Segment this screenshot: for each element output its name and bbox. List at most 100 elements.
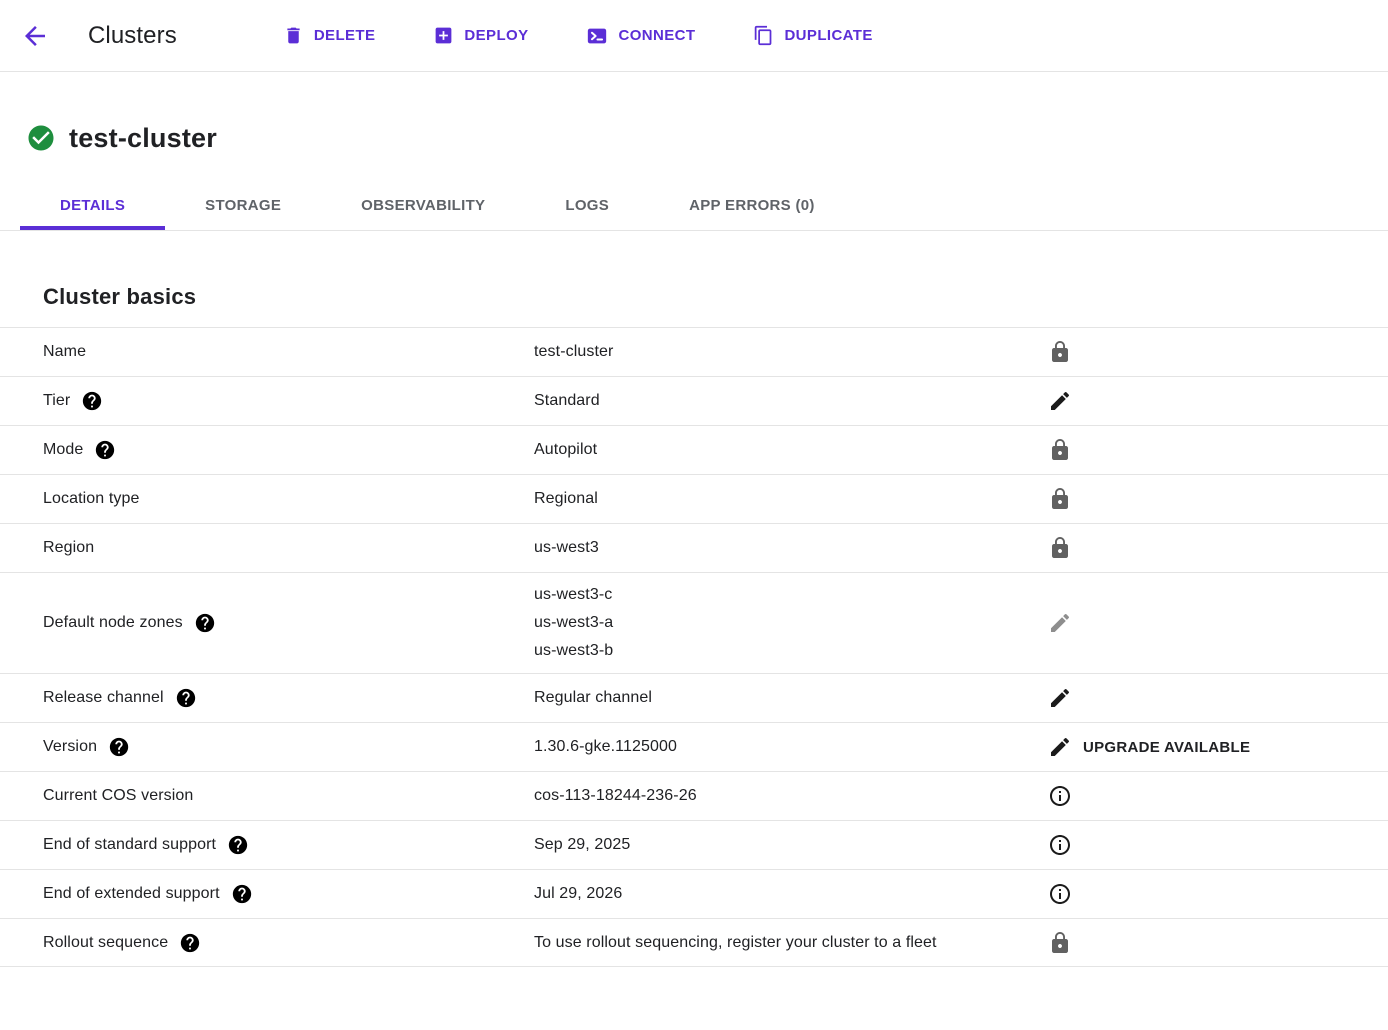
row-value-line: us-west3-c	[534, 581, 1035, 609]
row-value-line: us-west3	[534, 534, 1035, 562]
row-action	[1045, 536, 1388, 560]
deploy-button-label: DEPLOY	[464, 27, 528, 44]
terminal-icon	[586, 25, 608, 47]
row-value: Jul 29, 2026	[534, 872, 1045, 916]
edit-icon[interactable]	[1048, 611, 1072, 635]
table-row: Rollout sequence To use rollout sequenci…	[0, 918, 1388, 967]
delete-button[interactable]: DELETE	[283, 25, 376, 46]
edit-icon[interactable]	[1048, 735, 1072, 759]
tab-observability[interactable]: OBSERVABILITY	[321, 180, 525, 230]
edit-icon[interactable]	[1048, 686, 1072, 710]
duplicate-button-label: DUPLICATE	[784, 27, 872, 44]
help-icon[interactable]	[175, 687, 197, 709]
tab-bar: DETAILS STORAGE OBSERVABILITY LOGS APP E…	[0, 180, 1388, 231]
row-label: End of standard support	[43, 834, 534, 856]
help-icon[interactable]	[94, 439, 116, 461]
row-label: Default node zones	[43, 612, 534, 634]
row-action	[1045, 882, 1388, 906]
deploy-button[interactable]: DEPLOY	[433, 25, 528, 46]
table-row: End of extended support Jul 29, 2026	[0, 869, 1388, 918]
upgrade-available-label[interactable]: UPGRADE AVAILABLE	[1083, 739, 1250, 756]
row-label: Current COS version	[43, 787, 534, 805]
table-row: Mode Autopilot	[0, 425, 1388, 474]
row-label-text: Tier	[43, 392, 70, 410]
connect-button-label: CONNECT	[618, 27, 695, 44]
back-button[interactable]	[14, 15, 56, 57]
help-icon[interactable]	[227, 834, 249, 856]
lock-icon	[1048, 487, 1072, 511]
row-value-line: Regional	[534, 485, 1035, 513]
row-value-line: us-west3-b	[534, 637, 1035, 665]
row-action: UPGRADE AVAILABLE	[1045, 735, 1388, 759]
table-row: Release channel Regular channel	[0, 673, 1388, 722]
tab-app-errors[interactable]: APP ERRORS (0)	[649, 180, 855, 230]
row-label-text: Current COS version	[43, 787, 193, 805]
row-action	[1045, 389, 1388, 413]
row-label-text: Mode	[43, 441, 83, 459]
row-value-line: To use rollout sequencing, register your…	[534, 929, 1035, 957]
row-value: test-cluster	[534, 330, 1045, 374]
duplicate-button[interactable]: DUPLICATE	[753, 25, 872, 46]
help-icon[interactable]	[108, 736, 130, 758]
help-icon[interactable]	[231, 883, 253, 905]
cluster-heading: test-cluster	[26, 118, 1388, 158]
plus-box-icon	[433, 25, 454, 46]
row-label: Region	[43, 539, 534, 557]
row-value: Sep 29, 2025	[534, 823, 1045, 867]
row-value-line: test-cluster	[534, 338, 1035, 366]
edit-icon[interactable]	[1048, 389, 1072, 413]
table-row: Region us-west3	[0, 523, 1388, 572]
row-value-line: Regular channel	[534, 684, 1035, 712]
help-icon[interactable]	[194, 612, 216, 634]
tab-details[interactable]: DETAILS	[20, 180, 165, 230]
row-value-line: us-west3-a	[534, 609, 1035, 637]
row-label: Rollout sequence	[43, 932, 534, 954]
row-action	[1045, 611, 1388, 635]
row-label-text: Location type	[43, 490, 139, 508]
row-action	[1045, 833, 1388, 857]
row-label-text: Release channel	[43, 689, 164, 707]
table-row: End of standard support Sep 29, 2025	[0, 820, 1388, 869]
table-row: Current COS version cos-113-18244-236-26	[0, 771, 1388, 820]
table-row: Tier Standard	[0, 376, 1388, 425]
tab-storage[interactable]: STORAGE	[165, 180, 321, 230]
table-row: Location type Regional	[0, 474, 1388, 523]
page-title: Clusters	[88, 22, 177, 50]
row-action	[1045, 340, 1388, 364]
row-label-text: End of extended support	[43, 885, 220, 903]
cluster-basics-table: Name test-cluster Tier Standard	[0, 327, 1388, 967]
row-value-line: Sep 29, 2025	[534, 831, 1035, 859]
arrow-back-icon	[20, 21, 50, 51]
row-value: Regular channel	[534, 676, 1045, 720]
row-action	[1045, 784, 1388, 808]
table-row: Default node zones us-west3-cus-west3-au…	[0, 572, 1388, 673]
check-circle-icon	[26, 123, 56, 153]
row-value-line: Jul 29, 2026	[534, 880, 1035, 908]
info-icon[interactable]	[1048, 882, 1072, 906]
cluster-name: test-cluster	[69, 123, 217, 154]
info-icon[interactable]	[1048, 784, 1072, 808]
tab-logs[interactable]: LOGS	[525, 180, 649, 230]
row-label-text: Rollout sequence	[43, 934, 168, 952]
lock-icon	[1048, 340, 1072, 364]
top-action-bar: Clusters DELETE DEPLOY CONNECT DUPLICATE	[0, 0, 1388, 72]
row-label-text: Default node zones	[43, 614, 183, 632]
row-label-text: End of standard support	[43, 836, 216, 854]
help-icon[interactable]	[81, 390, 103, 412]
row-label-text: Name	[43, 343, 86, 361]
info-icon[interactable]	[1048, 833, 1072, 857]
row-value: Standard	[534, 379, 1045, 423]
row-value: To use rollout sequencing, register your…	[534, 921, 1045, 965]
row-action	[1045, 487, 1388, 511]
row-value: us-west3-cus-west3-aus-west3-b	[534, 573, 1045, 673]
row-value-line: 1.30.6-gke.1125000	[534, 733, 1035, 761]
row-value-line: cos-113-18244-236-26	[534, 782, 1035, 810]
connect-button[interactable]: CONNECT	[586, 25, 695, 47]
duplicate-icon	[753, 25, 774, 46]
table-row: Version 1.30.6-gke.1125000 UPGRADE AVAIL…	[0, 722, 1388, 771]
help-icon[interactable]	[179, 932, 201, 954]
row-label: Name	[43, 343, 534, 361]
row-label: Mode	[43, 439, 534, 461]
row-label: End of extended support	[43, 883, 534, 905]
row-action	[1045, 438, 1388, 462]
